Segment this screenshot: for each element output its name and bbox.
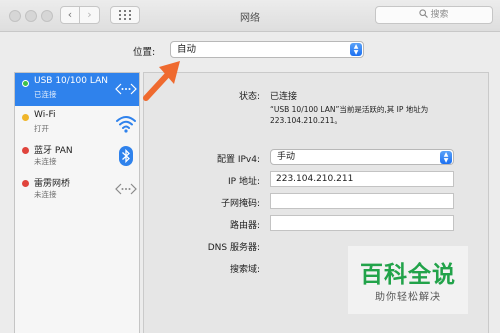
service-item-thunderbolt-bridge[interactable]: 雷雳网桥 未连接 (15, 173, 139, 206)
location-value: 自动 (177, 44, 197, 55)
status-value: 已连接 (270, 92, 298, 102)
ip-address-label: IP 地址: (228, 177, 260, 187)
wifi-icon (116, 116, 136, 133)
dns-server-label: DNS 服务器: (207, 243, 260, 253)
annotation-arrow-icon (143, 61, 180, 101)
service-name: Wi-Fi (34, 110, 56, 120)
configure-ipv4-select[interactable]: 手动 ▲ ▼ (270, 149, 454, 165)
status-dot (22, 180, 29, 187)
service-status: 已连接 (34, 90, 57, 99)
router-label: 路由器: (229, 221, 260, 231)
subnet-mask-field[interactable] (270, 193, 454, 209)
status-dot (22, 147, 29, 154)
service-name: USB 10/100 LAN (34, 76, 108, 86)
title-bar: ‹ › 网络 搜索 (0, 0, 500, 32)
configure-ipv4-value: 手动 (277, 152, 296, 162)
search-field[interactable]: 搜索 (375, 6, 493, 24)
status-dot (22, 114, 29, 121)
service-status: 未连接 (34, 157, 57, 166)
service-status: 打开 (34, 124, 49, 133)
subnet-mask-label: 子网掩码: (220, 199, 260, 209)
search-domain-label: 搜索域: (229, 265, 260, 275)
configure-ipv4-label: 配置 IPv4: (216, 155, 260, 165)
ethernet-arrows-icon (115, 83, 137, 95)
watermark-title: 百科全说 (360, 262, 456, 288)
location-label: 位置: (133, 47, 156, 58)
watermark: 百科全说 助你轻松解决 (348, 246, 468, 314)
status-description: “USB 10/100 LAN”当前是活跃的,其 IP 地址为 223.104.… (270, 105, 429, 125)
chevron-updown-icon: ▲ ▼ (440, 151, 452, 164)
service-list: USB 10/100 LAN 已连接 Wi-Fi 打开 蓝牙 PAN 未连接 雷… (14, 72, 140, 333)
search-placeholder: 搜索 (430, 10, 449, 20)
service-name: 蓝牙 PAN (34, 146, 73, 156)
location-select[interactable]: 自动 ▲ ▼ (170, 41, 364, 58)
service-item-usb-lan[interactable]: USB 10/100 LAN 已连接 (15, 73, 139, 106)
service-item-bluetooth-pan[interactable]: 蓝牙 PAN 未连接 (15, 140, 139, 173)
service-name: 雷雳网桥 (34, 179, 71, 189)
router-field[interactable] (270, 215, 454, 231)
search-icon (419, 9, 429, 18)
chevron-updown-icon: ▲ ▼ (350, 43, 362, 56)
bluetooth-icon (119, 146, 133, 166)
watermark-subtitle: 助你轻松解决 (375, 292, 441, 303)
service-status: 未连接 (34, 190, 57, 199)
thunderbolt-arrows-icon (115, 183, 137, 195)
ip-address-field[interactable]: 223.104.210.211 (270, 171, 454, 187)
status-dot (22, 80, 29, 87)
service-item-wifi[interactable]: Wi-Fi 打开 (15, 107, 139, 140)
